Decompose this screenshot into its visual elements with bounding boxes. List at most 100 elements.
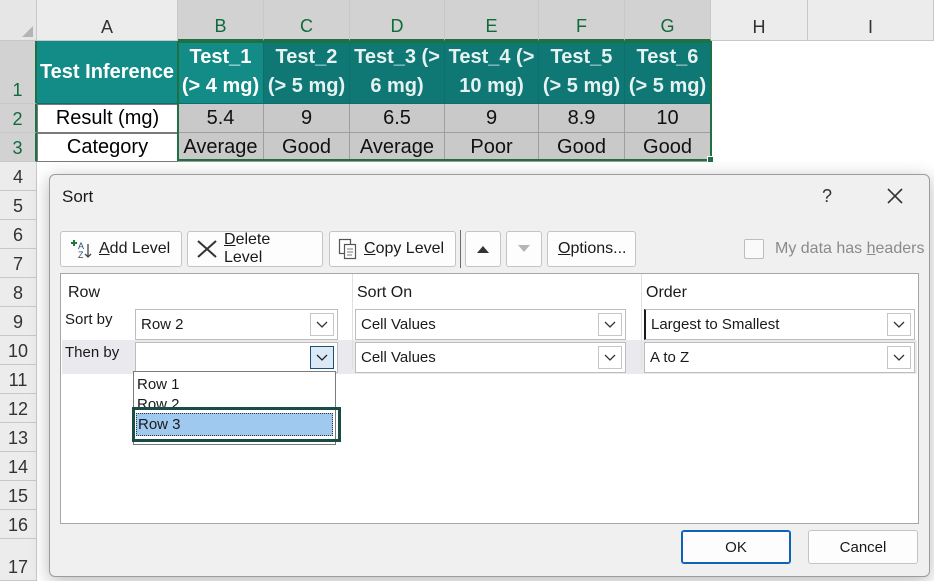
- dropdown-option-row-3[interactable]: Row 3: [136, 413, 333, 436]
- copy-icon: [338, 238, 358, 260]
- column-header-a[interactable]: A: [37, 0, 178, 41]
- row-header-6[interactable]: 6: [0, 220, 37, 249]
- chevron-down-icon[interactable]: [310, 313, 334, 336]
- sort-by-row-combo[interactable]: Row 2: [135, 309, 338, 340]
- cell-d1[interactable]: Test_3 (> 6 mg): [350, 41, 445, 104]
- cell-g1-line2: (> 5 mg): [628, 75, 707, 97]
- add-level-button[interactable]: A Z Add Level: [60, 231, 182, 267]
- column-header-i[interactable]: I: [808, 0, 934, 41]
- row-dropdown-list: Row 1 Row 2 Row 3: [133, 371, 336, 445]
- triangle-up-icon: [477, 246, 489, 253]
- row-header-1[interactable]: 1: [0, 41, 37, 104]
- move-down-button[interactable]: [506, 231, 542, 267]
- cell-e3[interactable]: Poor: [445, 133, 539, 162]
- then-by-order-combo[interactable]: A to Z: [644, 342, 915, 373]
- column-header-h[interactable]: H: [711, 0, 808, 41]
- cell-b2[interactable]: 5.4: [178, 104, 264, 133]
- row-header-11[interactable]: 11: [0, 365, 37, 394]
- cell-a3[interactable]: Category: [37, 133, 178, 162]
- cell-e2[interactable]: 9: [445, 104, 539, 133]
- my-data-has-headers-option[interactable]: My data has headers: [744, 239, 924, 259]
- help-button[interactable]: ?: [812, 181, 842, 211]
- cell-b1[interactable]: Test_1 (> 4 mg): [178, 41, 264, 104]
- options-label: Options...: [558, 240, 627, 257]
- chevron-down-icon[interactable]: [887, 346, 911, 369]
- column-label-sort-on: Sort On: [357, 284, 413, 301]
- toolbar-separator: [460, 230, 461, 268]
- column-header-e[interactable]: E: [445, 0, 539, 41]
- then-by-sort-on-combo[interactable]: Cell Values: [355, 342, 626, 373]
- grid-divider: [352, 274, 353, 369]
- cell-c2[interactable]: 9: [264, 104, 350, 133]
- cell-b1-line2: (> 4 mg): [181, 75, 260, 97]
- row-header-12[interactable]: 12: [0, 394, 37, 423]
- cell-b1-line1: Test_1: [189, 46, 252, 68]
- row-header-4[interactable]: 4: [0, 162, 37, 191]
- row-header-8[interactable]: 8: [0, 278, 37, 307]
- cell-a1-text: Test Inference: [39, 60, 175, 83]
- cell-a1[interactable]: Test Inference: [37, 41, 178, 104]
- then-by-sort-on-value: Cell Values: [361, 349, 436, 366]
- sort-by-sort-on-combo[interactable]: Cell Values: [355, 309, 626, 340]
- column-header-c[interactable]: C: [264, 0, 350, 41]
- row-header-2[interactable]: 2: [0, 104, 37, 133]
- sort-by-order-combo[interactable]: Largest to Smallest: [644, 309, 915, 340]
- then-by-row-combo[interactable]: [135, 342, 338, 373]
- chevron-down-icon[interactable]: [598, 313, 622, 336]
- row-header-10[interactable]: 10: [0, 336, 37, 365]
- add-level-label: Add Level: [99, 240, 171, 257]
- cell-f2[interactable]: 8.9: [539, 104, 625, 133]
- sort-dialog: Sort ? A Z Add Level Delete Level Copy L…: [49, 174, 930, 577]
- column-header-d[interactable]: D: [350, 0, 445, 41]
- copy-level-label: Copy Level: [364, 240, 445, 257]
- cell-c3[interactable]: Good: [264, 133, 350, 162]
- cell-b3[interactable]: Average: [178, 133, 264, 162]
- column-header-f[interactable]: F: [539, 0, 625, 41]
- close-icon: [887, 188, 903, 204]
- options-button[interactable]: Options...: [547, 231, 636, 267]
- chevron-down-icon[interactable]: [310, 346, 334, 369]
- copy-level-button[interactable]: Copy Level: [329, 231, 456, 267]
- chevron-down-icon[interactable]: [598, 346, 622, 369]
- cell-c1-line2: (> 5 mg): [267, 75, 346, 97]
- delete-level-label: Delete Level: [224, 231, 271, 266]
- cancel-button[interactable]: Cancel: [808, 530, 918, 564]
- cell-g3[interactable]: Good: [625, 133, 711, 162]
- cell-f1[interactable]: Test_5 (> 5 mg): [539, 41, 625, 104]
- row-header-16[interactable]: 16: [0, 510, 37, 539]
- cell-e1[interactable]: Test_4 (> 10 mg): [445, 41, 539, 104]
- cell-c1[interactable]: Test_2 (> 5 mg): [264, 41, 350, 104]
- select-all-corner[interactable]: [0, 0, 37, 41]
- row-header-14[interactable]: 14: [0, 452, 37, 481]
- delete-level-button[interactable]: Delete Level: [187, 231, 323, 267]
- column-label-order: Order: [646, 284, 687, 301]
- row-header-3[interactable]: 3: [0, 133, 37, 162]
- then-by-label: Then by: [65, 344, 120, 361]
- ok-button[interactable]: OK: [681, 530, 791, 564]
- my-data-has-headers-checkbox[interactable]: [744, 239, 764, 259]
- cell-f3[interactable]: Good: [539, 133, 625, 162]
- row-header-5[interactable]: 5: [0, 191, 37, 220]
- row-header-9[interactable]: 9: [0, 307, 37, 336]
- cell-g2[interactable]: 10: [625, 104, 711, 133]
- chevron-down-icon[interactable]: [887, 313, 911, 336]
- dropdown-option-row-1[interactable]: Row 1: [137, 376, 180, 393]
- row-header-13[interactable]: 13: [0, 423, 37, 452]
- dropdown-option-row-2[interactable]: Row 2: [137, 396, 180, 410]
- sort-by-label: Sort by: [65, 311, 113, 328]
- sort-by-row-value: Row 2: [141, 316, 184, 333]
- move-up-button[interactable]: [465, 231, 501, 267]
- fill-handle[interactable]: [707, 156, 714, 163]
- row-header-7[interactable]: 7: [0, 249, 37, 278]
- column-header-g[interactable]: G: [625, 0, 711, 41]
- column-header-b[interactable]: B: [178, 0, 264, 41]
- row-header-17[interactable]: 17: [0, 539, 37, 581]
- cell-d2[interactable]: 6.5: [350, 104, 445, 133]
- column-label-row: Row: [68, 284, 101, 301]
- cell-g1[interactable]: Test_6 (> 5 mg): [625, 41, 711, 104]
- cell-d3[interactable]: Average: [350, 133, 445, 162]
- row-header-15[interactable]: 15: [0, 481, 37, 510]
- cell-d1-line2: 6 mg): [370, 75, 424, 97]
- close-button[interactable]: [875, 181, 915, 211]
- cell-a2[interactable]: Result (mg): [37, 104, 178, 133]
